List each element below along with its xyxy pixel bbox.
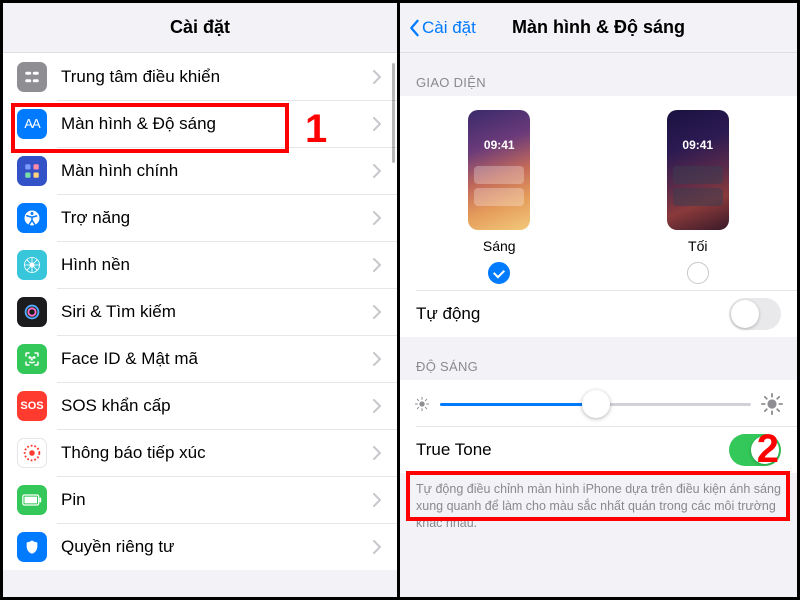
chevron-right-icon: [373, 258, 381, 272]
settings-list: Trung tâm điều khiển AAMàn hình & Độ sáng…: [3, 53, 397, 570]
display-brightness-pane: Cài đặt Màn hình & Độ sáng GIAO DIỆN 09:…: [400, 3, 797, 597]
chevron-right-icon: [373, 493, 381, 507]
row-label: Face ID & Mật mã: [61, 349, 373, 369]
auto-switch[interactable]: [729, 298, 781, 330]
chevron-right-icon: [373, 117, 381, 131]
sun-small-icon: [414, 396, 430, 412]
settings-root-pane: Cài đặt Trung tâm điều khiển AAMàn hình &…: [3, 3, 400, 597]
brightness-slider-row: [400, 380, 797, 426]
chevron-right-icon: [373, 399, 381, 413]
settings-row-battery[interactable]: Pin: [3, 476, 397, 523]
settings-row-exposure[interactable]: Thông báo tiếp xúc: [3, 429, 397, 476]
control-center-icon: [17, 62, 47, 92]
back-button[interactable]: Cài đặt: [408, 18, 476, 38]
true-tone-row: True Tone: [400, 427, 797, 473]
light-preview: 09:41: [468, 110, 530, 230]
back-label: Cài đặt: [422, 18, 476, 38]
chevron-right-icon: [373, 70, 381, 84]
chevron-right-icon: [373, 211, 381, 225]
wallpaper-icon: [17, 250, 47, 280]
chevron-right-icon: [373, 352, 381, 366]
row-label: Thông báo tiếp xúc: [61, 443, 373, 463]
chevron-right-icon: [373, 446, 381, 460]
annotation-number-1: 1: [305, 107, 327, 152]
true-tone-footnote: Tự động điều chỉnh màn hình iPhone dựa t…: [400, 473, 797, 544]
display-icon: AA: [17, 109, 47, 139]
faceid-icon: [17, 344, 47, 374]
settings-row-accessibility[interactable]: Trợ năng: [3, 194, 397, 241]
dark-label: Tối: [688, 238, 707, 254]
light-label: Sáng: [483, 238, 516, 254]
preview-clock: 09:41: [667, 138, 729, 152]
header: Cài đặt Màn hình & Độ sáng: [400, 3, 797, 53]
settings-row-privacy[interactable]: Quyền riêng tư: [3, 523, 397, 570]
row-label: Trợ năng: [61, 208, 373, 228]
appearance-option-light[interactable]: 09:41 Sáng: [468, 110, 530, 284]
preview-clock: 09:41: [468, 138, 530, 152]
page-title: Màn hình & Độ sáng: [512, 17, 685, 38]
section-header-appearance: GIAO DIỆN: [400, 53, 797, 96]
scrollbar[interactable]: [392, 63, 395, 163]
row-label: Màn hình chính: [61, 161, 373, 181]
row-label: Quyền riêng tư: [61, 537, 373, 557]
appearance-option-dark[interactable]: 09:41 Tối: [667, 110, 729, 284]
light-radio[interactable]: [488, 262, 510, 284]
sos-icon: SOS: [17, 391, 47, 421]
settings-row-siri[interactable]: Siri & Tìm kiếm: [3, 288, 397, 335]
dark-radio[interactable]: [687, 262, 709, 284]
settings-row-control-center[interactable]: Trung tâm điều khiển: [3, 53, 397, 100]
auto-appearance-row: Tự động: [400, 291, 797, 337]
siri-icon: [17, 297, 47, 327]
accessibility-icon: [17, 203, 47, 233]
exposure-icon: [17, 438, 47, 468]
dark-preview: 09:41: [667, 110, 729, 230]
row-label: Hình nền: [61, 255, 373, 275]
settings-row-faceid[interactable]: Face ID & Mật mã: [3, 335, 397, 382]
settings-row-home[interactable]: Màn hình chính: [3, 147, 397, 194]
chevron-left-icon: [408, 19, 420, 37]
chevron-right-icon: [373, 164, 381, 178]
section-header-brightness: ĐỘ SÁNG: [400, 337, 797, 380]
header: Cài đặt: [3, 3, 397, 53]
row-label: Pin: [61, 490, 373, 510]
row-label: SOS khẩn cấp: [61, 396, 373, 416]
sun-large-icon: [761, 393, 783, 415]
home-icon: [17, 156, 47, 186]
chevron-right-icon: [373, 540, 381, 554]
appearance-card: 09:41 Sáng 09:41 Tối Tự động: [400, 96, 797, 337]
annotation-number-2: 2: [757, 427, 779, 472]
row-label: Trung tâm điều khiển: [61, 67, 373, 87]
chevron-right-icon: [373, 305, 381, 319]
row-label: Siri & Tìm kiếm: [61, 302, 373, 322]
brightness-card: True Tone: [400, 380, 797, 473]
settings-row-wallpaper[interactable]: Hình nền: [3, 241, 397, 288]
page-title: Cài đặt: [170, 17, 230, 38]
settings-row-sos[interactable]: SOS SOS khẩn cấp: [3, 382, 397, 429]
battery-icon: [17, 485, 47, 515]
true-tone-label: True Tone: [416, 440, 492, 460]
auto-label: Tự động: [416, 304, 480, 324]
settings-row-display[interactable]: AAMàn hình & Độ sáng: [3, 100, 397, 147]
privacy-icon: [17, 532, 47, 562]
brightness-slider[interactable]: [440, 390, 751, 418]
